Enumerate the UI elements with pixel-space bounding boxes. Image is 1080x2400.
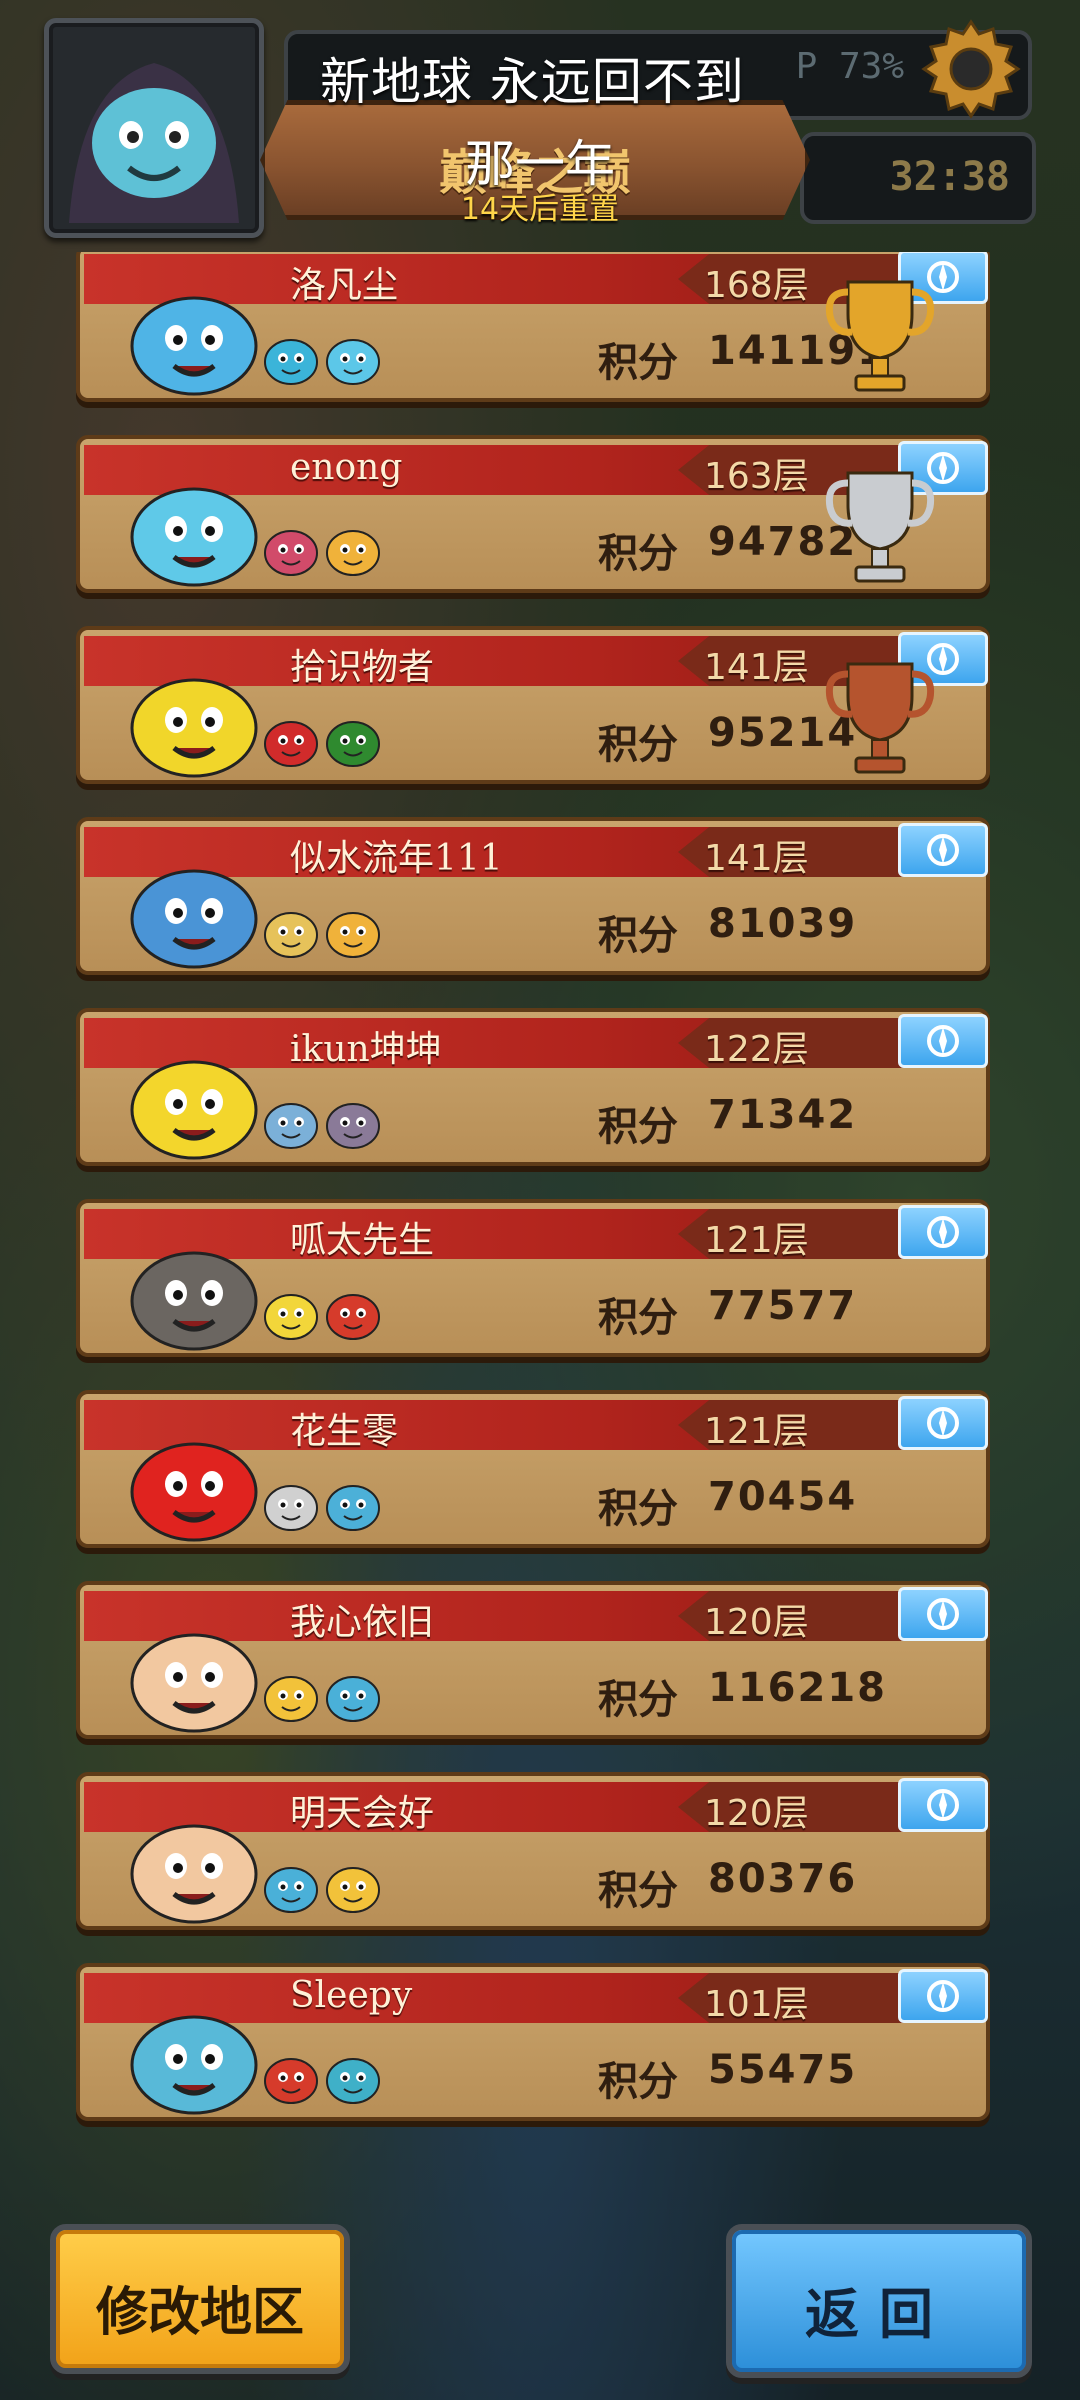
companion-pet-icon bbox=[326, 339, 380, 385]
player-hero-icon bbox=[130, 1442, 258, 1542]
player-name: 拾识物者 bbox=[290, 647, 435, 688]
floor-count: 121层 bbox=[704, 1220, 809, 1261]
score-label: 积分 bbox=[598, 1868, 678, 1914]
score-value: 55475 bbox=[708, 2047, 858, 2093]
floor-count: 141层 bbox=[704, 647, 809, 688]
score-label: 积分 bbox=[598, 340, 678, 386]
companion-pet-icon bbox=[264, 1294, 318, 1340]
leaderboard-entry[interactable]: enong 163层 积分 94782 bbox=[76, 435, 990, 593]
companion-pet-icon bbox=[264, 1103, 318, 1149]
score-label: 积分 bbox=[598, 1104, 678, 1150]
score-value: 77577 bbox=[708, 1283, 858, 1329]
player-name: 我心依旧 bbox=[290, 1602, 435, 1643]
player-name: enong bbox=[290, 447, 403, 488]
score-label: 积分 bbox=[598, 913, 678, 959]
player-hero-icon bbox=[130, 1824, 258, 1924]
leaderboard-entry[interactable]: 洛凡尘 168层 积分 141191 bbox=[76, 252, 990, 402]
score-value: 116218 bbox=[708, 1665, 887, 1711]
player-name: Sleepy bbox=[290, 1975, 413, 2016]
leaderboard-entry[interactable]: 似水流年111 141层 积分 81039 bbox=[76, 817, 990, 975]
overlay-caption-line1: 新地球 永远回不到 bbox=[320, 53, 745, 111]
leaderboard-entry[interactable]: 呱太先生 121层 积分 77577 bbox=[76, 1199, 990, 1357]
wings-icon bbox=[898, 1205, 988, 1259]
leaderboard-entry[interactable]: 我心依旧 120层 积分 116218 bbox=[76, 1581, 990, 1739]
floor-count: 168层 bbox=[704, 265, 809, 306]
score-label: 积分 bbox=[598, 1295, 678, 1341]
player-hero-icon bbox=[130, 678, 258, 778]
leaderboard-entry[interactable]: 拾识物者 141层 积分 95214 bbox=[76, 626, 990, 784]
floor-count: 101层 bbox=[704, 1984, 809, 2025]
score-label: 积分 bbox=[598, 722, 678, 768]
player-name: 明天会好 bbox=[290, 1793, 435, 1834]
gold-trophy-icon bbox=[825, 280, 935, 392]
back-button[interactable]: 返回 bbox=[726, 2224, 1032, 2378]
wings-icon bbox=[898, 1014, 988, 1068]
player-hero-icon bbox=[130, 1633, 258, 1733]
floor-count: 163层 bbox=[704, 456, 809, 497]
leaderboard-entry[interactable]: 明天会好 120层 积分 80376 bbox=[76, 1772, 990, 1930]
score-label: 积分 bbox=[598, 1677, 678, 1723]
companion-pet-icon bbox=[326, 1676, 380, 1722]
companion-pet-icon bbox=[264, 1676, 318, 1722]
score-value: 81039 bbox=[708, 901, 858, 947]
progress-text: P 73% bbox=[795, 46, 904, 87]
companion-pet-icon bbox=[264, 1867, 318, 1913]
companion-pet-icon bbox=[264, 339, 318, 385]
player-hero-icon bbox=[130, 296, 258, 396]
swirl-icon bbox=[898, 1396, 988, 1450]
floor-count: 120层 bbox=[704, 1602, 809, 1643]
leaderboard-entry[interactable]: ikun坤坤 122层 积分 71342 bbox=[76, 1008, 990, 1166]
leaderboard-entry[interactable]: Sleepy 101层 积分 55475 bbox=[76, 1963, 990, 2121]
companion-pet-icon bbox=[264, 721, 318, 767]
player-hero-icon bbox=[130, 1251, 258, 1351]
score-value: 80376 bbox=[708, 1856, 858, 1902]
silver-trophy-icon bbox=[825, 471, 935, 583]
floor-count: 122层 bbox=[704, 1029, 809, 1070]
companion-pet-icon bbox=[326, 912, 380, 958]
pumpkin-icon bbox=[898, 1778, 988, 1832]
companion-pet-icon bbox=[326, 721, 380, 767]
companion-pet-icon bbox=[326, 2058, 380, 2104]
companion-pet-icon bbox=[326, 1103, 380, 1149]
score-label: 积分 bbox=[598, 2059, 678, 2105]
companion-pet-icon bbox=[326, 530, 380, 576]
score-value: 70454 bbox=[708, 1474, 858, 1520]
leaderboard-entry[interactable]: 花生零 121层 积分 70454 bbox=[76, 1390, 990, 1548]
player-name: 洛凡尘 bbox=[290, 265, 399, 306]
floor-count: 141层 bbox=[704, 838, 809, 879]
companion-pet-icon bbox=[264, 1485, 318, 1531]
player-hero-icon bbox=[130, 869, 258, 969]
score-label: 积分 bbox=[598, 1486, 678, 1532]
score-value: 71342 bbox=[708, 1092, 858, 1138]
bronze-trophy-icon bbox=[825, 662, 935, 774]
modify-region-button[interactable]: 修改地区 bbox=[50, 2224, 350, 2374]
score-label: 积分 bbox=[598, 531, 678, 577]
wings-icon bbox=[898, 1587, 988, 1641]
modify-region-label: 修改地区 bbox=[95, 2283, 304, 2343]
overlay-caption-line2: 那一年 bbox=[465, 135, 615, 193]
companion-pet-icon bbox=[326, 1867, 380, 1913]
floor-count: 121层 bbox=[704, 1411, 809, 1452]
companion-pet-icon bbox=[326, 1294, 380, 1340]
player-hero-icon bbox=[130, 1060, 258, 1160]
mask-icon bbox=[898, 823, 988, 877]
player-name: ikun坤坤 bbox=[290, 1029, 442, 1070]
player-hero-icon bbox=[130, 487, 258, 587]
companion-pet-icon bbox=[264, 530, 318, 576]
player-name: 花生零 bbox=[290, 1411, 399, 1452]
player-name: 似水流年111 bbox=[290, 838, 503, 879]
settings-gear-icon[interactable] bbox=[916, 14, 1026, 124]
leaderboard-list[interactable]: 洛凡尘 168层 积分 141191 enong 163层 积分 94782 拾… bbox=[76, 252, 990, 2132]
floor-count: 120层 bbox=[704, 1793, 809, 1834]
companion-pet-icon bbox=[326, 1485, 380, 1531]
companion-pet-icon bbox=[264, 912, 318, 958]
companion-pet-icon bbox=[264, 2058, 318, 2104]
swirl-icon bbox=[898, 1969, 988, 2023]
back-label: 返回 bbox=[805, 2283, 953, 2346]
player-name: 呱太先生 bbox=[290, 1220, 435, 1261]
player-hero-icon bbox=[130, 2015, 258, 2115]
